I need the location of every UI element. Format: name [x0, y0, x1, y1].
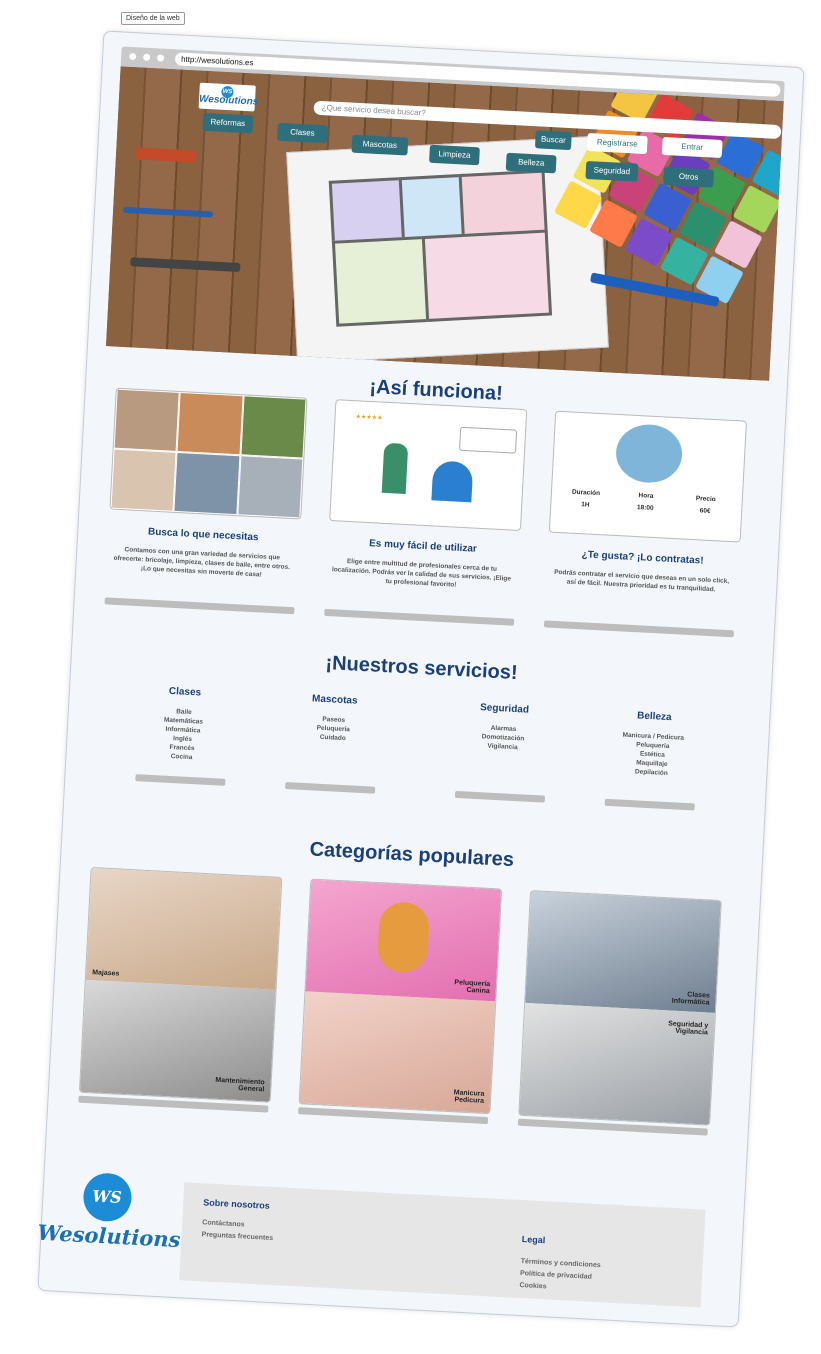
legal-title: Legal	[521, 1234, 546, 1246]
popular-card-3[interactable]: Clases Informática Seguridad y Vigilanci…	[518, 889, 722, 1126]
hero-banner: WS Wesolutions ¿Que servicio desea busca…	[105, 66, 784, 381]
person-illustration	[431, 460, 474, 503]
services-divider	[604, 798, 695, 811]
window-dot-icon	[129, 52, 137, 61]
step-1-photo-collage	[109, 387, 308, 520]
category-button-mascotas[interactable]: Mascotas	[351, 134, 409, 156]
computer-class-image: Clases Informática	[525, 891, 721, 1013]
register-button[interactable]: Registrarse	[586, 132, 648, 155]
category-button-seguridad[interactable]: Seguridad	[585, 160, 639, 182]
step-1-divider	[104, 597, 295, 615]
header-logo[interactable]: WS Wesolutions	[198, 82, 259, 112]
login-button[interactable]: Entrar	[661, 136, 723, 159]
step-1-title: Busca lo que necesitas	[147, 526, 259, 544]
footer: Sobre nosotros Contáctanos Preguntas fre…	[179, 1182, 706, 1308]
professional-avatar	[614, 422, 684, 485]
step-2-divider	[324, 608, 515, 626]
step-2-illustration: ★★★★★	[329, 399, 528, 532]
category-button-limpieza[interactable]: Limpieza	[429, 144, 480, 166]
about-title: Sobre nosotros	[203, 1197, 270, 1211]
person-illustration	[381, 442, 409, 494]
step-1-desc: Contamos con una gran variedad de servic…	[113, 546, 291, 579]
massage-image: Majases	[85, 868, 282, 990]
review-bubble	[459, 426, 518, 454]
service-group-clases: Clases Baile Matemáticas Informática Ing…	[163, 685, 204, 762]
category-button-belleza[interactable]: Belleza	[505, 152, 557, 174]
footer-link-faq[interactable]: Preguntas frecuentes	[201, 1229, 273, 1245]
search-button[interactable]: Buscar	[534, 130, 572, 151]
step-3-booking-card: Duración 1H Hora 18:00 Precio 60€	[548, 410, 747, 543]
dog-illustration	[376, 901, 431, 974]
step-3-desc: Podrás contratar el servicio que deseas …	[553, 568, 730, 594]
category-button-reformas[interactable]: Reformas	[202, 112, 254, 134]
service-group-belleza: Belleza Manicura / Pedicura Peluquería E…	[622, 710, 685, 778]
window-dot-icon	[156, 54, 165, 62]
category-button-clases[interactable]: Clases	[276, 122, 328, 144]
services-divider	[135, 774, 226, 786]
service-group-mascotas: Mascotas Paseos Peluquería Cuidado	[311, 693, 358, 743]
services-divider	[454, 790, 546, 803]
manicure-image: Manicura Pedicura	[299, 991, 496, 1114]
step-3-title: ¿Te gusta? ¡Lo contratas!	[581, 549, 704, 567]
step-3-divider	[543, 620, 734, 638]
security-camera-image: Seguridad y Vigilancia	[519, 1002, 715, 1125]
popular-card-2[interactable]: Peluquería Canina Manicura Pedicura	[298, 878, 503, 1115]
services-divider	[285, 782, 376, 794]
footer-link-cookies[interactable]: Cookies	[519, 1280, 547, 1293]
maintenance-image: Mantenimiento General	[79, 979, 276, 1102]
window-dot-icon	[142, 53, 151, 61]
dog-grooming-image: Peluquería Canina	[305, 879, 502, 1002]
frame-label: Diseño de la web	[121, 12, 185, 25]
website-mockup: http://wesolutions.es WS Wesolutions ¿Qu…	[37, 30, 805, 1328]
step-2-desc: Elige entre multitud de profesionales ce…	[331, 557, 512, 589]
footer-logo[interactable]: WS Wesolutions	[37, 1170, 181, 1257]
service-group-seguridad: Seguridad Alarmas Domotización Vigilanci…	[479, 702, 530, 752]
category-button-otros[interactable]: Otros	[663, 167, 715, 188]
popular-card-1[interactable]: Majases Mantenimiento General	[78, 866, 283, 1103]
step-2-title: Es muy fácil de utilizar	[368, 538, 478, 555]
